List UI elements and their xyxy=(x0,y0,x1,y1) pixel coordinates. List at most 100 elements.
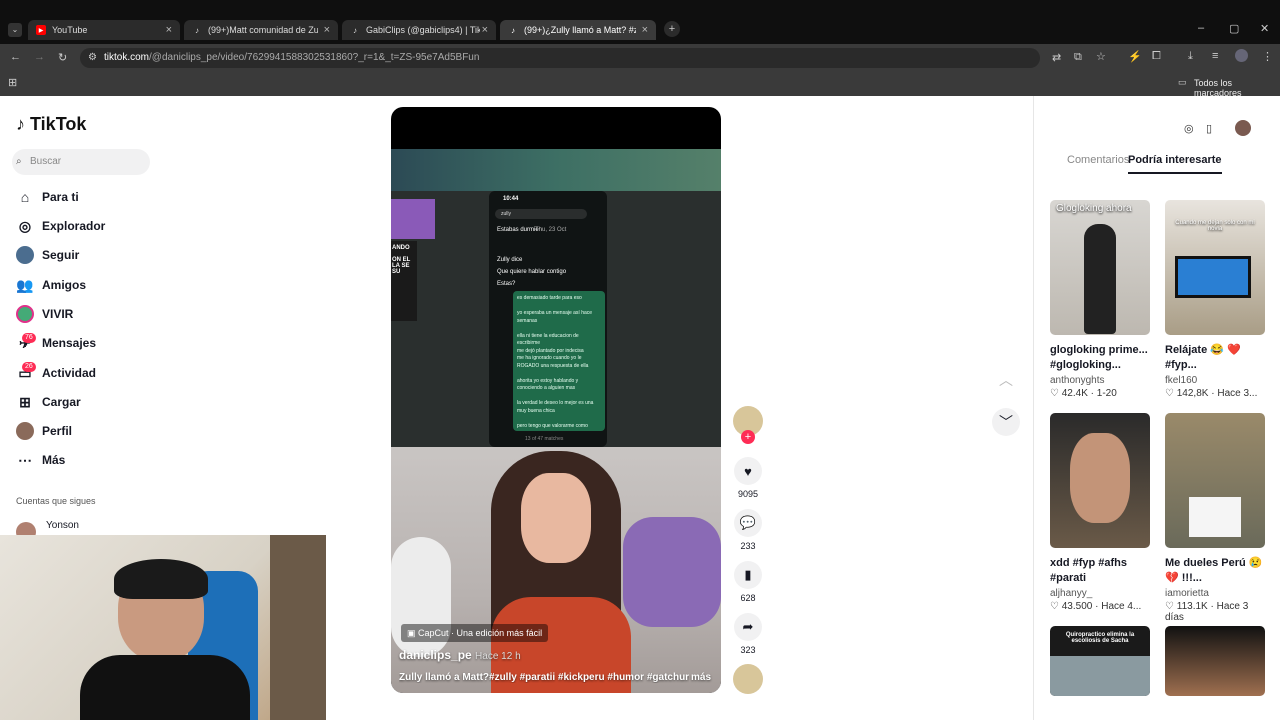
heart-icon: ♥ xyxy=(734,457,762,485)
left-overlay-text: ANDO ON EL LA SE SU xyxy=(391,241,417,321)
tab-podria-interesarte[interactable]: Podría interesarte xyxy=(1128,154,1222,174)
next-video-icon[interactable]: ﹀ xyxy=(992,408,1020,436)
tab-label: YouTube xyxy=(52,25,88,35)
close-tab-icon[interactable]: × xyxy=(642,24,648,36)
card-meta: ♡ 113.1K · Hace 3 días xyxy=(1165,601,1249,623)
search-placeholder: Buscar xyxy=(30,156,62,167)
card-title: xdd #fyp #afhs #parati xyxy=(1050,557,1128,584)
profile-avatar-icon[interactable] xyxy=(1235,49,1248,62)
nav-para-ti[interactable]: ⌂ Para ti xyxy=(16,186,79,208)
menu-kebab-icon[interactable]: ⋮ xyxy=(1262,50,1273,63)
card-likes: 142,8K xyxy=(1176,388,1209,399)
music-disc-icon[interactable] xyxy=(733,664,763,694)
bookmark-star-icon[interactable]: ☆ xyxy=(1096,50,1106,63)
forward-icon[interactable]: → xyxy=(34,51,45,63)
nav-amigos[interactable]: 👥 Amigos xyxy=(16,274,86,296)
nav-cargar[interactable]: ⊞ Cargar xyxy=(16,391,81,413)
suggested-video-card[interactable]: Quiropractico elimina la escoliosis de S… xyxy=(1050,626,1150,696)
tiktok-logo[interactable]: ♪ TikTok xyxy=(16,114,86,135)
card-user: anthonyghts xyxy=(1050,375,1105,386)
video-author[interactable]: daniclips_pe Hace 12 h xyxy=(399,648,521,662)
translate-icon[interactable]: ⇄ xyxy=(1052,51,1061,64)
close-tab-icon[interactable]: × xyxy=(482,24,488,36)
share-button[interactable]: ➦ 323 xyxy=(734,613,762,655)
screen-header xyxy=(391,149,721,191)
suggested-video-card[interactable]: xdd #fyp #afhs #parati aljhanyy_ ♡ 43.50… xyxy=(1050,413,1150,612)
suggested-video-card[interactable]: Cuando me dejan solo con mi novia Relája… xyxy=(1165,200,1265,399)
comment-icon: 💬 xyxy=(734,509,762,537)
capcut-tag[interactable]: ▣ CapCut · Una edición más fácil xyxy=(401,624,549,642)
suggested-video-card[interactable]: Glogloking ahora glogloking prime... #gl… xyxy=(1050,200,1150,399)
previous-video-icon[interactable]: ︿ xyxy=(992,366,1020,394)
nav-perfil[interactable]: Perfil xyxy=(16,420,72,442)
comment-count: 233 xyxy=(740,541,756,551)
phone-counter: 13 of 47 matches xyxy=(525,436,564,442)
phone-search: zully xyxy=(495,209,587,219)
extension-icon[interactable]: ⚡ xyxy=(1128,50,1142,63)
card-title: Relájate 😂 ❤️ #fyp... xyxy=(1165,344,1241,371)
thumb-overlay-text: Cuando me dejan solo con mi novia xyxy=(1175,220,1255,232)
user-avatar[interactable] xyxy=(1235,120,1251,136)
close-window-icon[interactable]: ✕ xyxy=(1260,22,1269,35)
card-user: aljhanyy_ xyxy=(1050,588,1093,599)
cast-icon[interactable]: ⧉ xyxy=(1074,51,1082,64)
like-button[interactable]: ♥ 9095 xyxy=(734,457,762,499)
new-tab-icon[interactable]: + xyxy=(664,21,680,37)
apps-grid-icon[interactable]: ⊞ xyxy=(8,76,17,89)
search-input[interactable]: ⌕ Buscar xyxy=(12,149,150,175)
nav-label: Seguir xyxy=(42,248,80,262)
maximize-icon[interactable]: ▢ xyxy=(1229,22,1239,35)
caption-more-link[interactable]: más xyxy=(691,672,711,683)
suggested-video-card[interactable] xyxy=(1165,626,1265,696)
address-bar[interactable]: ⚙ tiktok.com/@daniclips_pe/video/7629941… xyxy=(80,48,1040,68)
follow-plus-icon[interactable]: + xyxy=(741,430,755,444)
close-tab-icon[interactable]: × xyxy=(324,24,330,36)
nav-mas[interactable]: ⋯ Más xyxy=(16,449,65,471)
nav-label: Mensajes xyxy=(42,336,97,350)
tab-label: (99+)Matt comunidad de Zully xyxy=(208,25,318,35)
all-bookmarks-link[interactable]: Todos los marcadores xyxy=(1194,78,1280,98)
nav-label: Actividad xyxy=(42,366,97,380)
compass-icon: ◎ xyxy=(18,217,32,234)
nav-vivir[interactable]: VIVIR xyxy=(16,303,73,325)
video-player[interactable]: ANDO ON EL LA SE SU 10:44 zully Estabas … xyxy=(391,107,721,693)
url-path: /@daniclips_pe/video/7629941588302531860… xyxy=(149,52,480,63)
tab-gabiclips[interactable]: ♪ GabiClips (@gabiclips4) | TikTok × xyxy=(342,20,496,40)
card-likes: 42.4K xyxy=(1061,388,1088,399)
nav-label: Explorador xyxy=(42,219,106,233)
media-icon[interactable]: ≡ xyxy=(1212,50,1218,62)
card-title: glogloking prime... #glogloking... xyxy=(1050,344,1148,371)
suggested-video-card[interactable]: Me dueles Perú 😢 💔 !!!... iamorietta ♡ 1… xyxy=(1165,413,1265,623)
card-meta: ♡ 142,8K · Hace 3... xyxy=(1165,388,1258,399)
tab-comentarios[interactable]: Comentarios xyxy=(1067,154,1129,166)
close-tab-icon[interactable]: × xyxy=(166,24,172,36)
tab-search-icon[interactable]: ⌄ xyxy=(8,23,22,37)
messages-badge: 76 xyxy=(22,333,36,343)
back-icon[interactable]: ← xyxy=(10,51,21,63)
phone-icon[interactable]: ▯ xyxy=(1206,122,1212,135)
save-button[interactable]: ▮ 628 xyxy=(734,561,762,603)
right-panel: ◎ ▯ Comentarios Podría interesarte Glogl… xyxy=(1033,96,1280,720)
minimize-icon[interactable]: – xyxy=(1198,22,1204,34)
reload-icon[interactable]: ↻ xyxy=(58,51,67,64)
share-icon: ➦ xyxy=(734,613,762,641)
puzzle-icon[interactable]: ⧠ xyxy=(1152,50,1161,63)
shelf xyxy=(270,535,326,720)
tab-tiktok-matt[interactable]: ♪ (99+)Matt comunidad de Zully × xyxy=(184,20,338,40)
tab-youtube[interactable]: ▶ YouTube × xyxy=(28,20,180,40)
site-info-icon[interactable]: ⚙ xyxy=(88,48,97,68)
plushies-right xyxy=(623,517,721,627)
comment-button[interactable]: 💬 233 xyxy=(734,509,762,551)
nav-explorador[interactable]: ◎ Explorador xyxy=(16,215,105,237)
tab-label: (99+)¿Zully llamó a Matt? #zull xyxy=(524,25,636,35)
more-icon: ⋯ xyxy=(18,451,32,468)
nav-label: Más xyxy=(42,453,66,467)
followed-account[interactable]: Yonson xyxy=(46,520,79,531)
download-icon[interactable]: ⤓ xyxy=(1188,50,1193,63)
video-thumbnail: Glogloking ahora xyxy=(1050,200,1150,335)
card-user: fkel160 xyxy=(1165,375,1198,386)
nav-seguir[interactable]: Seguir xyxy=(16,244,79,266)
author-name: daniclips_pe xyxy=(399,648,472,662)
tab-zully-active[interactable]: ♪ (99+)¿Zully llamó a Matt? #zull × xyxy=(500,20,656,40)
compass-small-icon[interactable]: ◎ xyxy=(1184,122,1194,135)
